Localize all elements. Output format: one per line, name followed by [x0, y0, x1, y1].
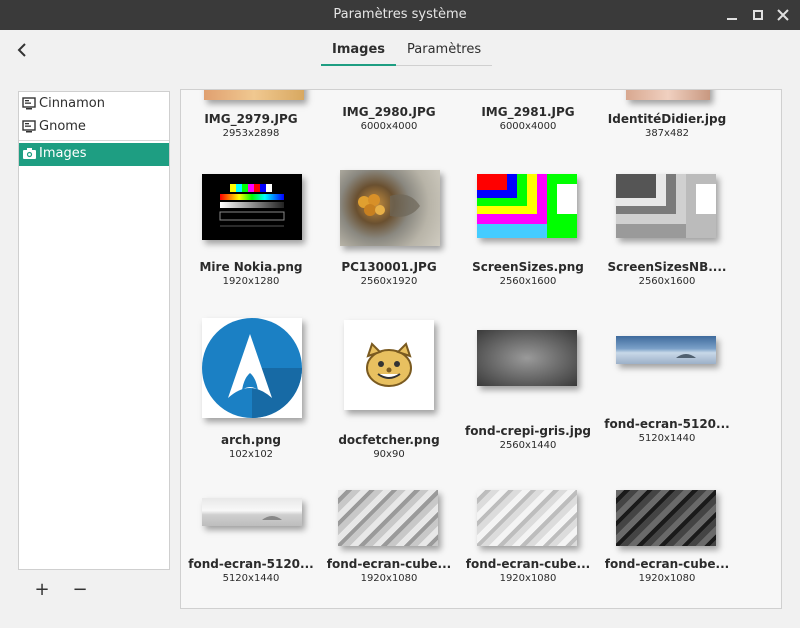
image-name: Mire Nokia.png — [199, 260, 303, 274]
sidebar-item-label: Gnome — [39, 119, 86, 134]
image-name: PC130001.JPG — [341, 260, 437, 274]
maximize-button[interactable] — [748, 5, 768, 25]
image-dimensions: 6000x4000 — [360, 121, 418, 132]
sidebar-item-label: Cinnamon — [39, 96, 105, 111]
image-thumbnail — [340, 170, 440, 246]
image-thumbnail — [477, 174, 577, 238]
monitor-icon — [22, 120, 36, 133]
image-name: arch.png — [221, 433, 281, 447]
tab-images[interactable]: Images — [321, 38, 397, 66]
image-item[interactable]: IMG_2980.JPG 6000x4000 — [320, 90, 458, 150]
image-name: IMG_2979.JPG — [204, 112, 298, 126]
chevron-left-icon — [17, 43, 26, 57]
remove-button[interactable]: − — [72, 580, 88, 600]
image-thumbnail — [477, 330, 577, 386]
image-dimensions: 102x102 — [228, 449, 274, 460]
image-item[interactable]: fond-ecran-cube... 1920x1080 — [320, 484, 458, 608]
image-dimensions: 2560x1600 — [499, 276, 557, 287]
image-name: fond-ecran-5120... — [188, 557, 314, 571]
image-item[interactable]: fond-ecran-5120... 5120x1440 — [598, 316, 736, 466]
minimize-button[interactable] — [722, 5, 742, 25]
close-button[interactable] — [773, 5, 793, 25]
image-item[interactable]: PC130001.JPG 2560x1920 — [320, 168, 458, 298]
image-thumbnail — [616, 174, 716, 238]
image-name: fond-crepi-gris.jpg — [464, 424, 592, 438]
tab-bar: Images Paramètres — [321, 38, 493, 66]
image-dimensions: 5120x1440 — [222, 573, 280, 584]
image-name: ScreenSizes.png — [472, 260, 584, 274]
image-item[interactable]: fond-crepi-gris.jpg 2560x1440 — [459, 316, 597, 466]
image-name: fond-ecran-cube... — [326, 557, 452, 571]
image-dimensions: 2560x1600 — [638, 276, 696, 287]
image-item[interactable]: docfetcher.png 90x90 — [320, 316, 458, 466]
window-title: Paramètres système — [333, 7, 467, 22]
image-thumbnail — [477, 490, 577, 546]
image-thumbnail — [616, 490, 716, 546]
image-name: fond-ecran-5120... — [604, 417, 730, 431]
image-thumbnail — [202, 498, 302, 526]
image-name: fond-ecran-cube... — [465, 557, 591, 571]
image-item[interactable]: IMG_2979.JPG 2953x2898 — [182, 90, 320, 150]
image-grid: IMG_2979.JPG 2953x2898 IMG_2980.JPG 6000… — [180, 89, 782, 609]
image-item[interactable]: IMG_2981.JPG 6000x4000 — [459, 90, 597, 150]
image-thumbnail — [626, 90, 710, 100]
sidebar-divider — [19, 140, 169, 141]
image-dimensions: 2560x1920 — [360, 276, 418, 287]
image-dimensions: 1920x1080 — [499, 573, 557, 584]
sidebar: Cinnamon Gnome Images — [18, 91, 170, 570]
tab-parametres[interactable]: Paramètres — [396, 38, 492, 66]
image-dimensions: 2560x1440 — [499, 440, 557, 451]
image-item[interactable]: arch.png 102x102 — [182, 316, 320, 466]
image-dimensions: 1920x1080 — [638, 573, 696, 584]
sidebar-item-gnome[interactable]: Gnome — [19, 116, 169, 139]
sidebar-item-cinnamon[interactable]: Cinnamon — [19, 93, 169, 116]
camera-icon — [23, 148, 36, 159]
image-name: fond-ecran-cube... — [604, 557, 730, 571]
image-name: IMG_2980.JPG — [342, 105, 436, 119]
image-item[interactable]: fond-ecran-cube... 1920x1080 — [459, 484, 597, 608]
image-thumbnail — [202, 174, 302, 240]
image-thumbnail — [344, 320, 434, 410]
add-button[interactable]: + — [34, 580, 50, 600]
close-icon — [777, 9, 789, 21]
image-dimensions: 1920x1080 — [360, 573, 418, 584]
image-item[interactable]: fond-ecran-5120... 5120x1440 — [182, 484, 320, 608]
sidebar-item-images[interactable]: Images — [19, 143, 169, 166]
image-item[interactable]: ScreenSizesNB.... 2560x1600 — [598, 168, 736, 298]
image-item[interactable]: fond-ecran-cube... 1920x1080 — [598, 484, 736, 608]
image-name: docfetcher.png — [338, 433, 440, 447]
image-name: ScreenSizesNB.... — [607, 260, 727, 274]
image-dimensions: 5120x1440 — [638, 433, 696, 444]
image-thumbnail — [338, 490, 438, 546]
arch-logo-icon — [202, 318, 302, 418]
back-button[interactable] — [12, 40, 32, 60]
image-item[interactable]: ScreenSizes.png 2560x1600 — [459, 168, 597, 298]
sidebar-item-label: Images — [39, 146, 87, 161]
docfetcher-icon — [366, 342, 412, 387]
image-name: IdentitéDidier.jpg — [607, 112, 727, 126]
image-thumbnail — [204, 90, 304, 100]
image-dimensions: 6000x4000 — [499, 121, 557, 132]
image-dimensions: 2953x2898 — [222, 128, 280, 139]
image-name: IMG_2981.JPG — [481, 105, 575, 119]
image-thumbnail — [202, 318, 302, 418]
monitor-icon — [22, 97, 36, 110]
image-thumbnail — [616, 336, 716, 364]
image-dimensions: 387x482 — [644, 128, 690, 139]
image-dimensions: 1920x1280 — [222, 276, 280, 287]
image-item[interactable]: IdentitéDidier.jpg 387x482 — [598, 90, 736, 150]
image-item[interactable]: Mire Nokia.png 1920x1280 — [182, 168, 320, 298]
image-dimensions: 90x90 — [373, 449, 405, 460]
title-bar: Paramètres système — [0, 0, 800, 30]
